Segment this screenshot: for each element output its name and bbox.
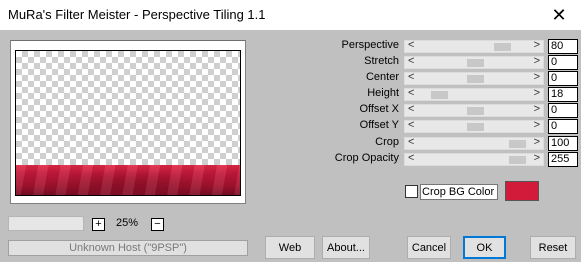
param-slider[interactable]: < > (404, 71, 544, 85)
param-value-field[interactable]: 100 (548, 136, 578, 151)
slider-right-arrow-icon[interactable]: > (534, 119, 540, 131)
param-slider[interactable]: < > (404, 119, 544, 133)
zoom-slider[interactable] (8, 216, 84, 231)
title-bar: MuRa's Filter Meister - Perspective Tili… (0, 0, 581, 30)
slider-right-arrow-icon[interactable]: > (534, 152, 540, 164)
param-label: Offset Y (359, 119, 399, 131)
cancel-button[interactable]: Cancel (407, 236, 451, 259)
param-slider[interactable]: < > (404, 55, 544, 69)
param-label: Perspective (341, 39, 399, 51)
param-label: Stretch (364, 55, 399, 67)
param-label: Height (367, 87, 399, 99)
slider-thumb[interactable] (467, 123, 484, 131)
crop-bg-checkbox[interactable] (405, 185, 418, 198)
preview-image[interactable] (15, 50, 241, 196)
slider-thumb[interactable] (467, 107, 484, 115)
slider-right-arrow-icon[interactable]: > (534, 71, 540, 83)
slider-thumb[interactable] (509, 156, 526, 164)
slider-right-arrow-icon[interactable]: > (534, 103, 540, 115)
slider-thumb[interactable] (467, 59, 484, 67)
preview-panel[interactable] (10, 40, 246, 204)
slider-left-arrow-icon[interactable]: < (408, 71, 414, 83)
reset-button[interactable]: Reset (530, 236, 576, 259)
param-value-field[interactable]: 255 (548, 152, 578, 167)
slider-right-arrow-icon[interactable]: > (534, 87, 540, 99)
zoom-level: 25% (116, 217, 139, 229)
slider-thumb[interactable] (509, 140, 526, 148)
param-label: Offset X (359, 103, 399, 115)
slider-left-arrow-icon[interactable]: < (408, 136, 414, 148)
about-button[interactable]: About... (322, 236, 370, 259)
slider-left-arrow-icon[interactable]: < (408, 87, 414, 99)
slider-thumb[interactable] (467, 75, 484, 83)
param-value-field[interactable]: 18 (548, 87, 578, 102)
param-value-field[interactable]: 0 (548, 103, 578, 118)
zoom-out-button[interactable]: − (151, 218, 164, 231)
param-value-field[interactable]: 80 (548, 39, 578, 54)
param-slider[interactable]: < > (404, 39, 544, 53)
web-button[interactable]: Web (265, 236, 315, 259)
slider-right-arrow-icon[interactable]: > (534, 55, 540, 67)
slider-thumb[interactable] (494, 43, 511, 51)
close-button[interactable]: ✕ (537, 0, 581, 30)
slider-left-arrow-icon[interactable]: < (408, 39, 414, 51)
close-icon: ✕ (551, 4, 567, 25)
preview-tiled-band (16, 165, 240, 195)
param-value-field[interactable]: 0 (548, 55, 578, 70)
param-slider[interactable]: < > (404, 103, 544, 117)
crop-bg-color-swatch[interactable] (505, 181, 539, 201)
slider-thumb[interactable] (431, 91, 448, 99)
param-slider[interactable]: < > (404, 87, 544, 101)
status-bar: Unknown Host ("9PSP") (8, 240, 248, 256)
slider-right-arrow-icon[interactable]: > (534, 136, 540, 148)
param-value-field[interactable]: 0 (548, 71, 578, 86)
param-label: Crop (375, 136, 399, 148)
param-slider[interactable]: < > (404, 152, 544, 166)
slider-left-arrow-icon[interactable]: < (408, 103, 414, 115)
param-label: Center (365, 71, 399, 83)
param-value-field[interactable]: 0 (548, 119, 578, 134)
param-label: Crop Opacity (334, 152, 399, 164)
slider-left-arrow-icon[interactable]: < (408, 152, 414, 164)
zoom-in-button[interactable]: + (92, 218, 105, 231)
crop-bg-label[interactable]: Crop BG Color (420, 184, 498, 200)
ok-button[interactable]: OK (463, 236, 506, 259)
slider-right-arrow-icon[interactable]: > (534, 39, 540, 51)
slider-left-arrow-icon[interactable]: < (408, 119, 414, 131)
status-text: Unknown Host ("9PSP") (69, 242, 187, 254)
window-title: MuRa's Filter Meister - Perspective Tili… (8, 7, 266, 22)
slider-left-arrow-icon[interactable]: < (408, 55, 414, 67)
param-slider[interactable]: < > (404, 136, 544, 150)
